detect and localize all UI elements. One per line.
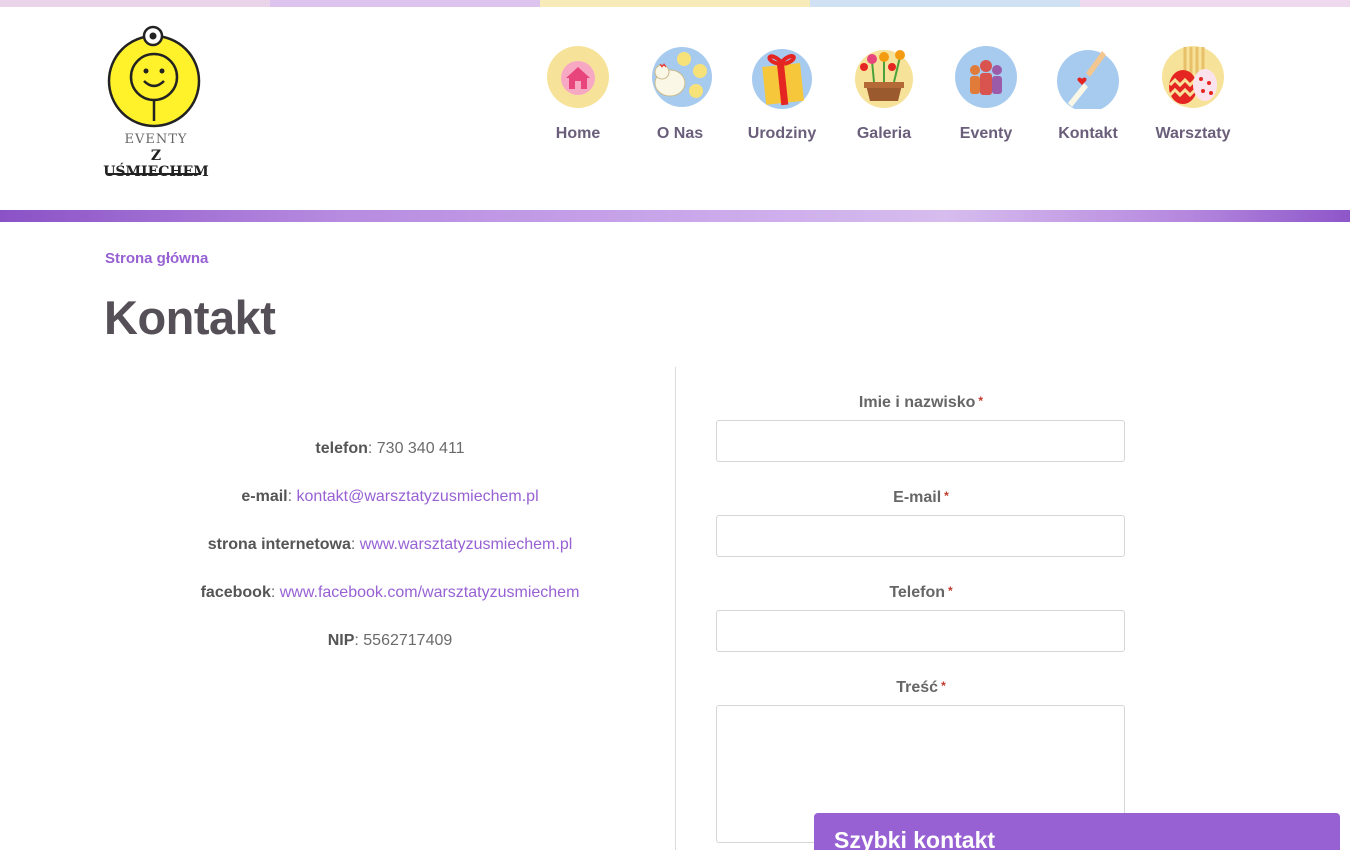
nav-item-o-nas[interactable]: O Nas [632,45,728,143]
email-input[interactable] [716,515,1125,557]
top-color-strip [0,0,1350,7]
email-label-text: E-mail [893,489,942,506]
people-icon [955,46,1017,108]
contact-website-row: strona internetowa: www.warsztatyzusmiec… [207,536,573,553]
nav-item-eventy[interactable]: Eventy [938,45,1034,143]
strip-segment [1080,0,1350,7]
nav-label: Urodziny [747,125,817,142]
contact-nip-value: 5562717409 [363,632,453,649]
nav-label: Home [555,125,601,142]
message-field-label: Treść * [716,679,1126,697]
logo-underline [108,173,201,175]
contact-nip-row: NIP: 5562717409 [327,632,453,649]
nav-item-home[interactable]: Home [530,45,626,143]
contact-phone-label: telefon [315,440,368,457]
logo-text-line1: EVENTY [124,132,188,147]
phone-input[interactable] [716,610,1125,652]
contact-facebook-link[interactable]: www.facebook.com/warsztatyzusmiechem [280,584,580,601]
hands-heart-icon [1057,50,1119,109]
site-logo[interactable]: EVENTY Z UŚMIECHEM [100,21,212,181]
nav-item-warsztaty[interactable]: Warsztaty [1145,45,1241,143]
nav-label: Eventy [959,125,1013,142]
house-icon [547,46,609,108]
contact-website-label: strona internetowa [207,536,351,553]
nav-label: Warsztaty [1155,125,1231,142]
required-mark: * [944,489,949,503]
strip-segment [540,0,810,7]
contact-phone-value: 730 340 411 [376,440,465,457]
contact-facebook-row: facebook: www.facebook.com/warsztatyzusm… [200,584,580,601]
required-mark: * [948,584,953,598]
logo-text-line2: Z UŚMIECHEM [103,148,209,180]
nav-item-galeria[interactable]: Galeria [836,45,932,143]
message-label-text: Treść [896,679,939,696]
nav-label: O Nas [656,125,704,142]
breadcrumb-home-link[interactable]: Strona główna [105,250,208,267]
strip-segment [270,0,540,7]
gift-icon [752,49,812,109]
contact-email-row: e-mail: kontakt@warsztatyzusmiechem.pl [241,488,539,505]
nav-label: Galeria [856,125,912,142]
name-field-label: Imie i nazwisko * [716,394,1126,412]
phone-label-text: Telefon [889,584,946,601]
contact-facebook-label: facebook [200,584,271,601]
nav-item-kontakt[interactable]: Kontakt [1040,45,1136,143]
site-header: EVENTY Z UŚMIECHEM Home O Nas Urodziny G… [0,7,1350,210]
name-label-text: Imie i nazwisko [858,394,976,411]
contact-phone-row: telefon: 730 340 411 [315,440,465,457]
strip-segment [810,0,1080,7]
required-mark: * [941,679,946,693]
page-title: Kontakt [104,291,276,344]
name-input[interactable] [716,420,1125,462]
contact-email-link[interactable]: kontakt@warsztatyzusmiechem.pl [297,488,539,505]
phone-field-label: Telefon * [716,584,1126,602]
nav-label: Kontakt [1058,125,1118,142]
chickens-icon [652,47,712,107]
nav-item-urodziny[interactable]: Urodziny [734,45,830,143]
contact-nip-label: NIP [327,632,355,649]
strip-segment [0,0,270,7]
smiley-face-icon [107,25,201,128]
email-field-label: E-mail * [716,489,1126,507]
quick-contact-panel-header[interactable]: Szybki kontakt [814,813,1340,850]
column-divider [675,367,676,850]
contact-website-link[interactable]: www.warsztatyzusmiechem.pl [360,536,573,553]
contact-email-label: e-mail [241,488,288,505]
header-divider-bar [0,210,1350,222]
required-mark: * [978,394,984,408]
flower-pot-icon [855,50,913,108]
easter-eggs-icon [1162,46,1224,108]
